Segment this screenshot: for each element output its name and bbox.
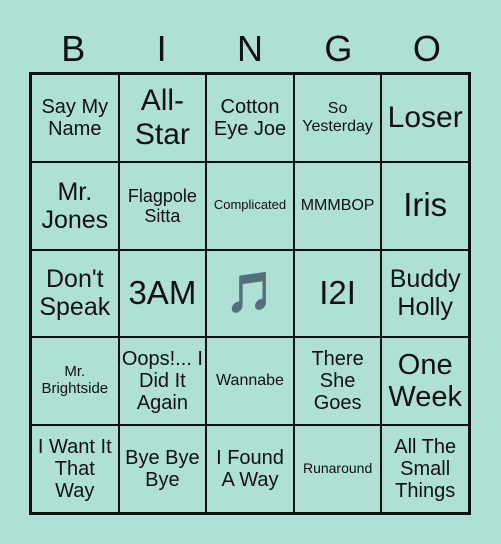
bingo-cell[interactable]: All The Small Things [381,425,469,513]
header-letter-g: G [324,28,353,69]
free-space[interactable]: 🎵 [206,249,294,338]
bingo-cell[interactable]: I Found A Way [206,425,294,513]
bingo-board: Say My Name All-Star Cotton Eye Joe So Y… [29,72,471,515]
bingo-cell[interactable]: Oops!... I Did It Again [118,337,207,426]
bingo-cell[interactable]: Buddy Holly [381,249,469,338]
bingo-cell[interactable]: Runaround [293,425,382,513]
bingo-cell[interactable]: Mr. Jones [31,161,119,250]
bingo-cell[interactable]: Wannabe [206,337,294,426]
header-letter-b: B [61,28,86,69]
header-letter-o: O [412,28,441,69]
bingo-cell[interactable]: Mr. Brightside [31,337,119,426]
bingo-header: B I N G O [29,26,471,72]
bingo-cell[interactable]: There She Goes [293,337,382,426]
bingo-cell[interactable]: I Want It That Way [31,425,119,513]
bingo-cell[interactable]: 3AM [118,249,207,338]
bingo-cell[interactable]: Complicated [206,161,294,250]
bingo-cell[interactable]: One Week [381,337,469,426]
header-letter-n: N [237,28,264,69]
bingo-cell[interactable]: Flagpole Sitta [118,161,207,250]
bingo-cell[interactable]: Say My Name [31,74,119,162]
bingo-cell[interactable]: Bye Bye Bye [118,425,207,513]
bingo-cell[interactable]: I2I [293,249,382,338]
music-note-icon: 🎵 [225,271,275,316]
bingo-cell[interactable]: Don't Speak [31,249,119,338]
bingo-cell[interactable]: Loser [381,74,469,162]
bingo-cell[interactable]: So Yesterday [293,74,382,162]
bingo-cell[interactable]: Iris [381,161,469,250]
bingo-cell[interactable]: MMMBOP [293,161,382,250]
header-letter-i: I [156,28,167,69]
bingo-cell[interactable]: Cotton Eye Joe [206,74,294,162]
bingo-cell[interactable]: All-Star [118,74,207,162]
